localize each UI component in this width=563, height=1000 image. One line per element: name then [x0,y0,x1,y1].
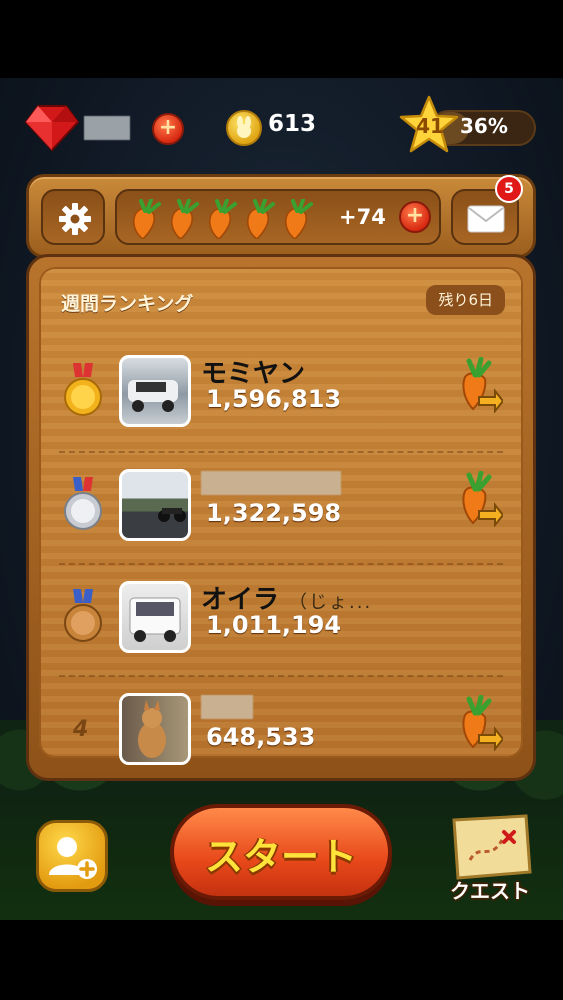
player-score: 1,596,813 [206,385,342,413]
carrot-icon [132,199,161,239]
carrot-icon [170,199,199,239]
carrot-bonus: +74 [339,205,386,229]
coin-count: 613 [268,111,317,137]
quest-button[interactable]: クエスト [440,812,540,908]
player-avatar [119,581,191,653]
carrot-icon [284,199,313,239]
settings-button[interactable] [41,189,105,245]
gold-medal-icon [64,363,102,416]
mail-count-badge: 5 [495,175,523,203]
ranking-title: 週間ランキング [61,293,194,315]
ranking-row: オイラ （じょ... 1,011,194 [51,571,517,671]
player-avatar [119,469,191,541]
add-gems-button[interactable]: + [152,113,184,145]
start-button[interactable]: スタート [170,804,392,900]
player-score: 648,533 [206,723,316,751]
player-avatar [119,693,191,765]
add-friend-icon [49,837,97,879]
send-carrot-button[interactable] [455,695,503,751]
ranking-row: 1,322,598 [51,459,517,559]
player-name-hidden [201,695,253,719]
quest-button-label: クエスト [450,879,530,903]
carrot-energy-box: +74 + [115,189,441,245]
player-avatar [119,355,191,427]
ranking-row: 4 648,533 [51,683,517,783]
silver-medal-icon [64,477,102,530]
add-friend-button[interactable] [36,820,108,892]
gem-count-hidden [84,116,130,140]
remaining-days-badge: 残り6日 [426,285,505,315]
player-score: 1,322,598 [206,499,342,527]
send-carrot-button[interactable] [455,471,503,527]
ranking-row: モミヤン 1,596,813 [51,345,517,445]
player-level: 41 [416,114,444,138]
row-divider [59,451,503,453]
bronze-medal-icon [64,589,102,642]
row-divider [59,563,503,565]
coin-icon [226,110,262,146]
carrot-icon [208,199,237,239]
carrot-icon [246,199,275,239]
header-bar: +74 + 5 [26,174,536,258]
mailbox-button[interactable]: 5 [451,175,523,245]
ranking-panel: 週間ランキング 残り6日 モミヤン 1,596,813 1,322,598 オイ… [26,254,536,781]
red-gem-icon [24,105,80,152]
rank-number: 4 [73,717,89,742]
game-screen: + 613 41 36% +74 + 5 週間ランキング 残り6日 モミヤン 1… [0,78,563,920]
treasure-map-icon [452,814,532,880]
gear-icon [59,203,91,235]
add-carrots-button[interactable]: + [399,201,431,233]
start-button-label: スタート [204,835,357,879]
level-progress-text: 36% [460,114,508,138]
player-name-hidden [201,471,341,495]
send-carrot-button[interactable] [455,357,503,413]
mail-icon [467,205,505,233]
player-score: 1,011,194 [206,611,342,639]
row-divider [59,675,503,677]
player-name-suffix: （じょ... [289,592,373,613]
ranking-board: 週間ランキング 残り6日 モミヤン 1,596,813 1,322,598 オイ… [39,267,523,765]
